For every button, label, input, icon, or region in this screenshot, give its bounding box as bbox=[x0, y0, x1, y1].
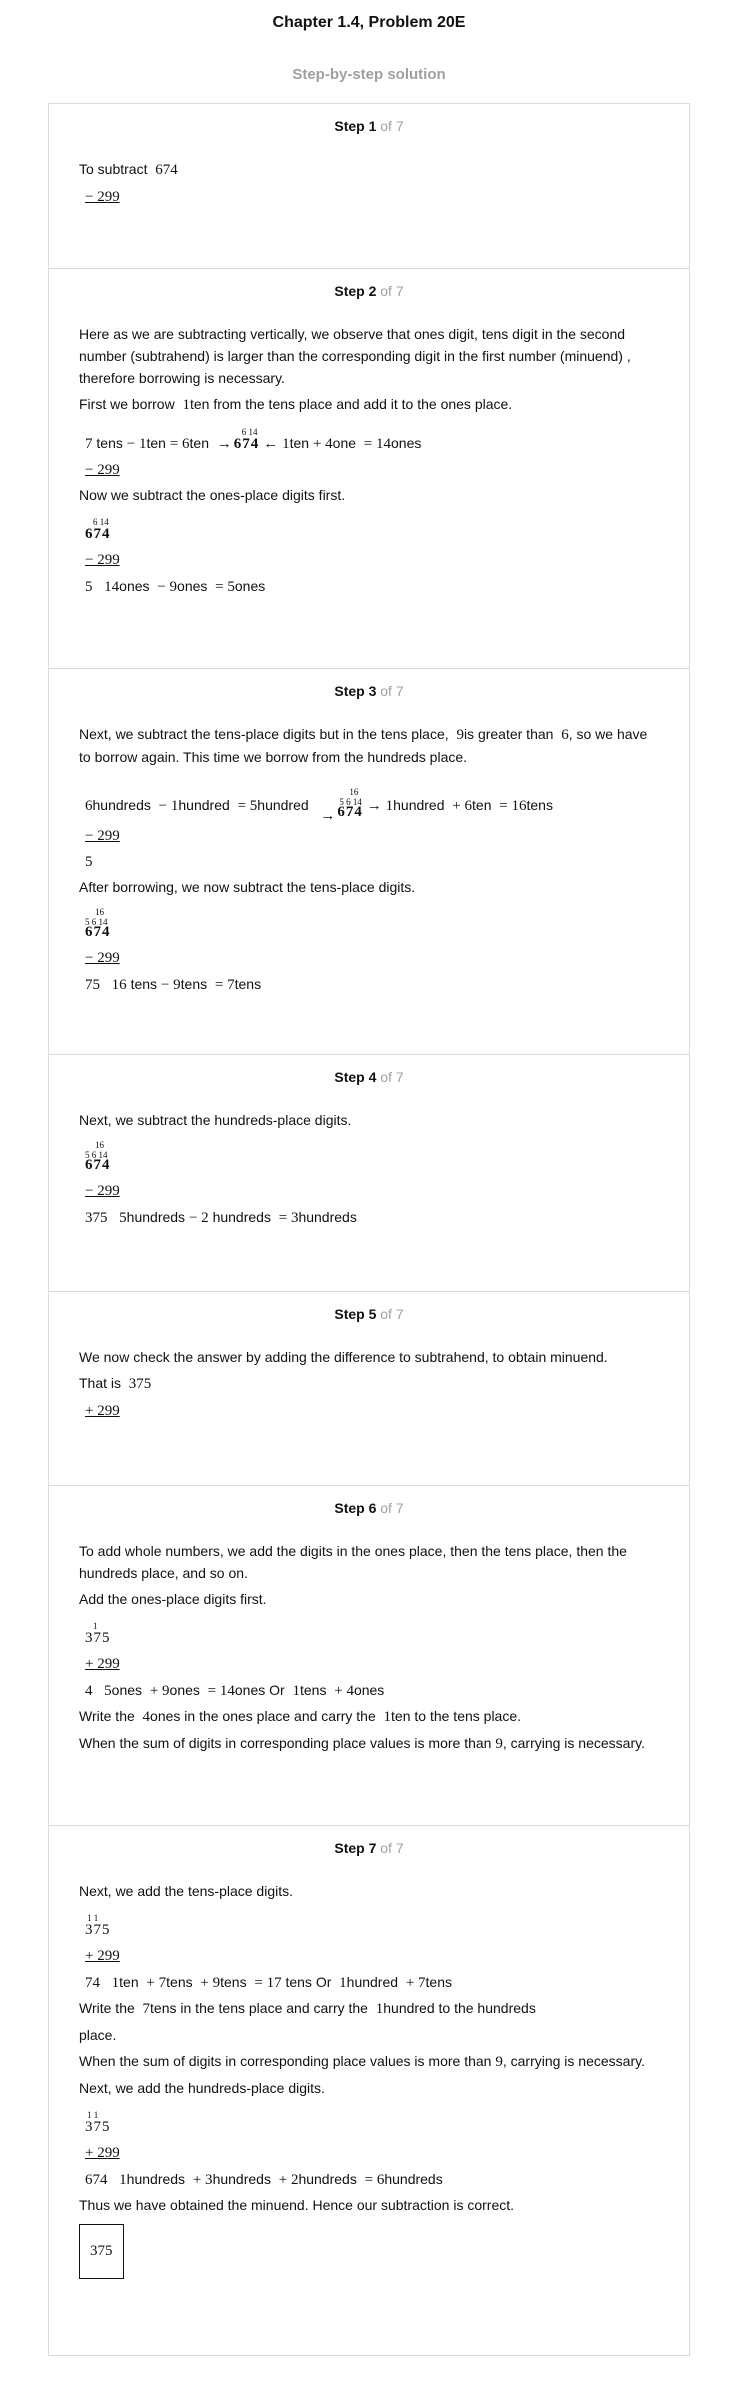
step-header: Step 2 of 7 bbox=[334, 283, 404, 299]
step-text: We now check the answer by adding the di… bbox=[79, 1349, 608, 1365]
step-text: When the sum of digits in corresponding … bbox=[79, 1735, 645, 1752]
step-text: Next, we add the tens-place digits. bbox=[79, 1883, 294, 1899]
step-text: To add whole numbers, we add the digits … bbox=[79, 1543, 627, 1581]
step-header: Step 4 of 7 bbox=[334, 1069, 404, 1085]
step-text: When the sum of digits in corresponding … bbox=[79, 2053, 645, 2070]
equation: 4 5ones + 9ones = 14ones Or 1tens + 4one… bbox=[85, 1682, 385, 1699]
page-subtitle: Step-by-step solution bbox=[292, 66, 446, 83]
equation: 74 1ten + 7tens + 9tens = 17 tens Or 1hu… bbox=[85, 1974, 453, 1991]
step-text: Add the ones-place digits first. bbox=[79, 1591, 267, 1607]
step-text: Thus we have obtained the minuend. Hence… bbox=[79, 2197, 515, 2213]
step-6: Step 6 of 7 To add whole numbers, we add… bbox=[49, 1485, 689, 1825]
equation: 5 14ones − 9ones = 5ones bbox=[85, 578, 266, 595]
subtrahend: − 299 bbox=[85, 950, 120, 966]
equation: 375 5hundreds − 2 hundreds = 3hundreds bbox=[85, 1209, 357, 1226]
step-text: Here as we are subtracting vertically, w… bbox=[79, 326, 631, 386]
step-text: Next, we subtract the tens-place digits … bbox=[79, 726, 648, 765]
equation: 7 tens − 1ten = 6ten → 6 14 674 ← 1ten + 4… bbox=[85, 427, 422, 452]
subtrahend: − 299 bbox=[85, 552, 120, 568]
page-title: Chapter 1.4, Problem 20E bbox=[272, 14, 466, 31]
addend: + 299 bbox=[85, 1948, 120, 1964]
equation: 6hundreds − 1hundred = 5hundred → 16 5 6 1… bbox=[85, 787, 553, 824]
subtrahend: − 299 bbox=[85, 828, 120, 844]
step-text: Now we subtract the ones-place digits fi… bbox=[79, 487, 346, 503]
step-header: Step 1 of 7 bbox=[334, 118, 404, 134]
addend: + 299 bbox=[85, 1656, 120, 1672]
stacked-number: 6 14 674 bbox=[85, 517, 111, 542]
step-header: Step 5 of 7 bbox=[334, 1306, 404, 1322]
step-text: To subtract 674 bbox=[79, 161, 178, 178]
subtrahend: − 299 bbox=[85, 1183, 120, 1199]
stacked-number: 16 5 6 14 674 bbox=[85, 1140, 111, 1173]
step-5: Step 5 of 7 We now check the answer by a… bbox=[49, 1291, 689, 1485]
subtrahend: − 299 bbox=[85, 189, 120, 205]
step-header: Step 7 of 7 bbox=[334, 1840, 404, 1856]
step-text: Next, we add the hundreds-place digits. bbox=[79, 2080, 325, 2096]
stacked-number: 16 5 6 14 674 bbox=[85, 907, 111, 940]
subtrahend: − 299 bbox=[85, 462, 120, 478]
addend: + 299 bbox=[85, 1403, 120, 1419]
stacked-number: 1 375 bbox=[85, 1621, 111, 1646]
step-header: Step 6 of 7 bbox=[334, 1500, 404, 1516]
step-text: Write the 4ones in the ones place and ca… bbox=[79, 1708, 522, 1725]
steps-container: Step 1 of 7 To subtract 674 − 299 Step 2… bbox=[48, 103, 690, 2356]
step-text: First we borrow 1ten from the tens place… bbox=[79, 396, 513, 413]
equation: 674 1hundreds + 3hundreds + 2hundreds = … bbox=[85, 2171, 443, 2188]
step-text: That is 375 bbox=[79, 1375, 152, 1392]
step-3: Step 3 of 7 Next, we subtract the tens-p… bbox=[49, 668, 689, 1054]
partial-result: 5 bbox=[85, 854, 93, 870]
step-header: Step 3 of 7 bbox=[334, 683, 404, 699]
step-text: place. bbox=[79, 2027, 117, 2043]
equation: 75 16 tens − 9tens = 7tens bbox=[85, 976, 262, 993]
addend: + 299 bbox=[85, 2145, 120, 2161]
step-text: Next, we subtract the hundreds-place dig… bbox=[79, 1112, 352, 1128]
stacked-number: 1 1 375 bbox=[85, 2110, 111, 2135]
stacked-number: 1 1 375 bbox=[85, 1913, 111, 1938]
step-text: Write the 7tens in the tens place and ca… bbox=[79, 2000, 536, 2017]
final-answer-box: 375 bbox=[79, 2224, 124, 2279]
step-2: Step 2 of 7 Here as we are subtracting v… bbox=[49, 268, 689, 668]
step-1: Step 1 of 7 To subtract 674 − 299 bbox=[49, 104, 689, 268]
step-7: Step 7 of 7 Next, we add the tens-place … bbox=[49, 1825, 689, 2355]
step-4: Step 4 of 7 Next, we subtract the hundre… bbox=[49, 1054, 689, 1291]
step-text: After borrowing, we now subtract the ten… bbox=[79, 879, 416, 895]
